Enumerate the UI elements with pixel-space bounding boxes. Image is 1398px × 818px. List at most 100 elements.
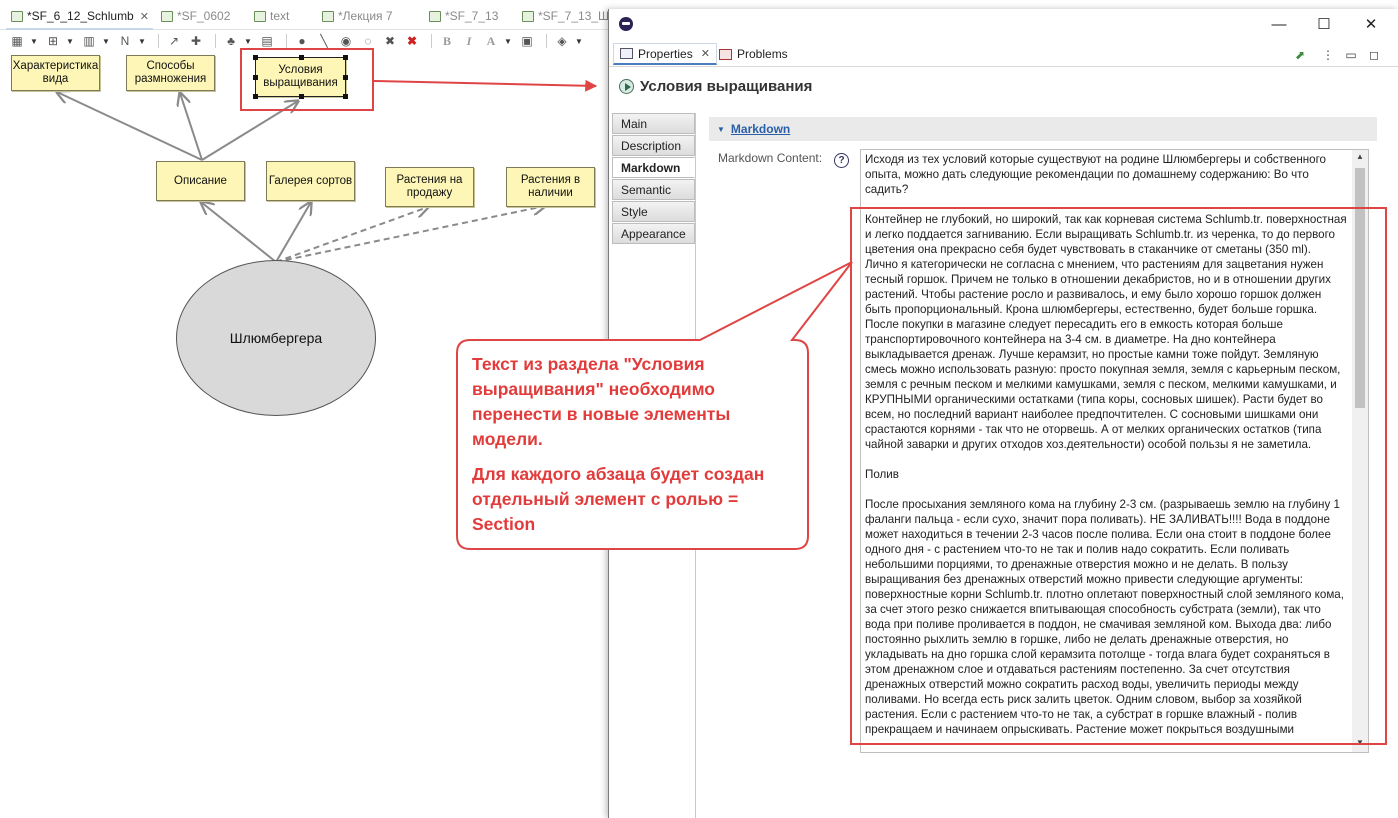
maximize-view-icon[interactable]: ◻	[1365, 47, 1383, 63]
editor-tab-sf-7-13[interactable]: *SF_7_13	[428, 6, 498, 26]
edge-root-gallery[interactable]	[275, 202, 311, 263]
markdown-content-label: Markdown Content:	[718, 151, 823, 165]
route-icon[interactable]: N	[116, 33, 134, 49]
node-label: Растения в наличии	[520, 174, 581, 199]
close-icon[interactable]: ✕	[701, 47, 710, 60]
node-in-stock[interactable]: Растения в наличии	[506, 167, 595, 207]
collapse-triangle-icon[interactable]: ▼	[717, 125, 725, 134]
label-icon[interactable]: ◉	[337, 33, 355, 49]
toolbar-separator	[215, 34, 216, 48]
tab-problems[interactable]: Problems	[713, 43, 794, 65]
editor-tab-label: *Лекция 7	[338, 9, 393, 23]
help-icon[interactable]: ?	[834, 153, 849, 168]
node-root-schlumbergera[interactable]: Шлюмбергера	[176, 260, 376, 416]
chevron-down-icon[interactable]: ▼	[504, 33, 512, 49]
file-icon	[321, 10, 334, 22]
tab-appearance[interactable]: Appearance	[612, 223, 695, 244]
edge-root-for-sale[interactable]	[275, 207, 428, 263]
node-label: Способы размножения	[134, 60, 207, 85]
tab-markdown[interactable]: Markdown	[612, 157, 695, 178]
editor-tab-label: *SF_6_12_Schlumb	[27, 9, 134, 23]
editor-tab-label: text	[270, 9, 290, 23]
editor-tab-sf-0602[interactable]: *SF_0602	[160, 6, 230, 26]
chevron-down-icon[interactable]: ▼	[30, 33, 38, 49]
pin-icon[interactable]: ╲	[315, 33, 333, 49]
properties-title: Условия выращивания	[619, 73, 812, 99]
node-for-sale[interactable]: Растения на продажу	[385, 167, 474, 207]
node-characteristics[interactable]: Характеристика вида	[11, 55, 100, 91]
editor-tab-lecture-7[interactable]: *Лекция 7	[321, 6, 393, 26]
delete-from-model-icon[interactable]: ✖	[403, 33, 421, 49]
section-header-markdown[interactable]: ▼ Markdown	[709, 117, 1377, 141]
diagram-icon	[10, 10, 23, 22]
chevron-down-icon[interactable]: ▼	[244, 33, 252, 49]
layout-icon[interactable]: ▦	[8, 33, 26, 49]
node-propagation[interactable]: Способы размножения	[126, 55, 215, 91]
view-menu-icon[interactable]: ⋮	[1319, 47, 1337, 63]
fill-color-icon[interactable]: ◈	[553, 33, 571, 49]
toolbar-separator	[158, 34, 159, 48]
tab-semantic[interactable]: Semantic	[612, 179, 695, 200]
tab-label: Problems	[737, 47, 788, 61]
minimize-view-icon[interactable]: ▭	[1342, 47, 1360, 63]
chevron-down-icon[interactable]: ▼	[102, 33, 110, 49]
node-label: Шлюмбергера	[229, 330, 323, 346]
editor-tab-sf-7-13-sh[interactable]: *SF_7_13_Шл	[521, 6, 616, 26]
problems-icon	[719, 48, 732, 60]
annotation-arrow	[373, 79, 598, 92]
tab-main[interactable]: Main	[612, 113, 695, 134]
view-tab-bar: Properties ✕ Problems ⬈ ⋮ ▭ ◻	[609, 41, 1398, 67]
node-description[interactable]: Описание	[156, 161, 245, 201]
edge-root-description[interactable]	[201, 202, 277, 263]
tree-layout-icon[interactable]: ⊞	[44, 33, 62, 49]
annotation-callout-text: Текст из раздела "Условия выращивания" н…	[472, 352, 794, 537]
chevron-down-icon[interactable]: ▼	[66, 33, 74, 49]
editor-tab-label: *SF_7_13	[445, 9, 499, 23]
toolbar-separator	[431, 34, 432, 48]
import-icon[interactable]: ✚	[187, 33, 205, 49]
label-alt-icon[interactable]: ◌	[359, 33, 377, 49]
scroll-up-icon[interactable]: ▲	[1352, 152, 1368, 164]
callout-paragraph: Для каждого абзаца будет создан отдельны…	[472, 464, 765, 534]
close-icon[interactable]: ✕	[140, 10, 149, 23]
image-icon[interactable]: ▣	[518, 33, 536, 49]
properties-icon	[620, 48, 633, 59]
editor-tab-sf-6-12[interactable]: *SF_6_12_Schlumb ✕	[6, 6, 153, 30]
bold-icon[interactable]: B	[438, 33, 456, 49]
edge-description-characteristics[interactable]	[57, 92, 203, 161]
diagram-icon	[428, 10, 441, 22]
node-label: Галерея сортов	[268, 174, 353, 187]
copy-format-icon[interactable]: ▤	[258, 33, 276, 49]
italic-icon[interactable]: I	[460, 33, 478, 49]
tab-properties[interactable]: Properties ✕	[613, 43, 717, 65]
maximize-button[interactable]: ☐	[1309, 14, 1339, 34]
chevron-down-icon[interactable]: ▼	[138, 33, 146, 49]
close-button[interactable]: ✕	[1356, 14, 1386, 34]
node-label: Растения на продажу	[396, 174, 463, 199]
edge-description-propagation[interactable]	[180, 93, 203, 161]
section-title: Markdown	[730, 122, 791, 136]
export-icon[interactable]: ↗	[165, 33, 183, 49]
editor-tab-label: *SF_0602	[177, 9, 231, 23]
editor-tab-text[interactable]: text	[253, 6, 289, 26]
delete-icon[interactable]: ✖	[381, 33, 399, 49]
callout-paragraph: Текст из раздела "Условия выращивания" н…	[472, 354, 731, 449]
file-icon	[521, 10, 534, 22]
annotation-highlight-text	[850, 207, 1387, 745]
dot-icon[interactable]: ●	[293, 33, 311, 49]
element-icon	[619, 78, 634, 94]
window-titlebar[interactable]: — ☐ ✕	[609, 9, 1398, 39]
edge-root-in-stock[interactable]	[275, 206, 545, 263]
node-gallery[interactable]: Галерея сортов	[266, 161, 355, 201]
align-icon[interactable]: ▥	[80, 33, 98, 49]
node-label: Характеристика вида	[12, 60, 99, 85]
pin-view-icon[interactable]: ⬈	[1291, 47, 1309, 63]
tab-description[interactable]: Description	[612, 135, 695, 156]
tab-style[interactable]: Style	[612, 201, 695, 222]
eclipse-app-icon	[619, 17, 633, 31]
minimize-button[interactable]: —	[1264, 14, 1294, 34]
hierarchy-icon[interactable]: ♣	[222, 33, 240, 49]
editor-tab-label: *SF_7_13_Шл	[538, 9, 617, 23]
font-color-icon[interactable]: A	[482, 33, 500, 49]
chevron-down-icon[interactable]: ▼	[575, 33, 583, 49]
